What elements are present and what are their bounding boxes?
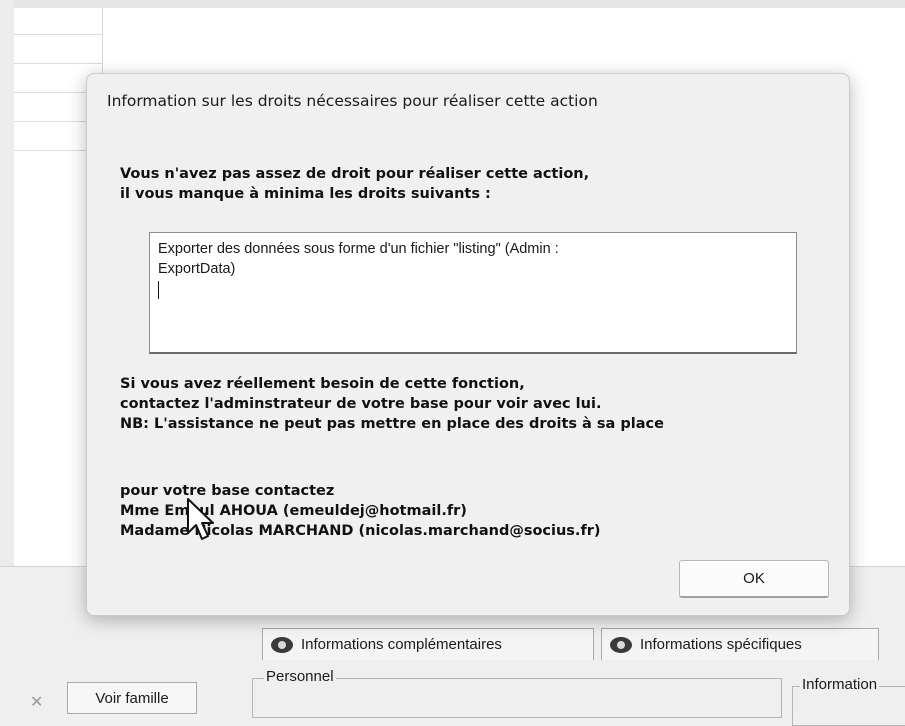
dialog-title: Information sur les droits nécessaires p…	[107, 92, 598, 110]
tab-label: Informations complémentaires	[301, 636, 502, 653]
message-line: Vous n'avez pas assez de droit pour réal…	[120, 166, 590, 182]
voir-famille-button[interactable]: Voir famille	[67, 682, 197, 714]
contact-line: Si vous avez réellement besoin de cette …	[120, 376, 525, 392]
group-personnel-label: Personnel	[264, 668, 336, 685]
rights-line: Exporter des données sous forme d'un fic…	[158, 241, 559, 257]
text-caret	[158, 281, 159, 299]
grid-line	[14, 63, 102, 64]
rights-textarea[interactable]: Exporter des données sous forme d'un fic…	[149, 232, 797, 354]
eye-icon	[610, 636, 632, 653]
missing-rights-message: Vous n'avez pas assez de droit pour réal…	[120, 164, 589, 204]
eye-icon	[271, 636, 293, 653]
group-information-label: Information	[800, 676, 880, 693]
tab-informations-complementaires[interactable]: Informations complémentaires	[262, 628, 594, 660]
contact-message: Si vous avez réellement besoin de cette …	[120, 374, 664, 434]
ok-button[interactable]: OK	[679, 560, 829, 598]
tab-informations-specifiques[interactable]: Informations spécifiques	[601, 628, 879, 660]
window-top-strip	[0, 0, 905, 8]
mouse-cursor-icon	[187, 498, 214, 540]
message-line: il vous manque à minima les droits suiva…	[120, 186, 491, 202]
tab-label: Informations spécifiques	[640, 636, 802, 653]
contact-line: contactez l'adminstrateur de votre base …	[120, 396, 602, 412]
rights-line: ExportData)	[158, 261, 236, 277]
family-icon: ✕	[30, 692, 44, 711]
grid-line	[14, 34, 102, 35]
contact-line: NB: L'assistance ne peut pas mettre en p…	[120, 416, 664, 432]
